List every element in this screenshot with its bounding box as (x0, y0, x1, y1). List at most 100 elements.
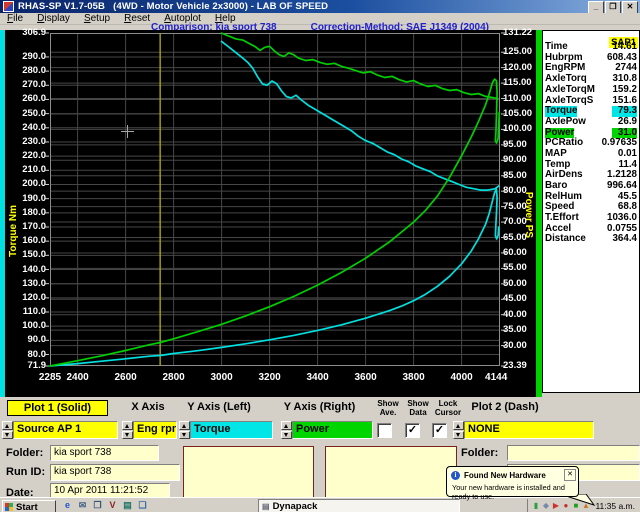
left-axis-tick: 140.0 (8, 265, 46, 275)
y-left-spinner[interactable] (179, 421, 190, 438)
folder-label: Folder: (6, 447, 43, 459)
right-axis-tick: 125.00 (503, 47, 537, 57)
data-row-axlepow: AxlePow 26.9 (543, 117, 639, 128)
x-axis-select[interactable]: Eng rpm (133, 421, 177, 439)
notes-icon[interactable]: ▤ (122, 500, 133, 511)
data-row-map: MAP0.01 (543, 149, 639, 160)
tray-display-icon[interactable]: ◆ (541, 501, 550, 510)
x-axis-tick: 2400 (56, 372, 100, 383)
taskbar-clock: 11:35 a.m. (591, 501, 638, 511)
app-icon[interactable] (3, 1, 14, 12)
left-axis-tick: 71.9 (8, 361, 46, 371)
right-axis-tick: 105.00 (503, 109, 537, 119)
show-desktop-icon[interactable]: ❐ (92, 500, 103, 511)
left-axis-tick: 306.9 (8, 28, 46, 38)
plot2-select[interactable]: NONE (464, 421, 594, 439)
x-axis-section-label: X Axis (118, 401, 178, 413)
menu-file[interactable]: File (0, 14, 30, 24)
data-value: 26.9 (618, 117, 637, 128)
left-axis-tick: 270.0 (8, 80, 46, 90)
x-axis-tick: 2800 (152, 372, 196, 383)
y-left-section-label: Y Axis (Left) (180, 401, 258, 413)
info-icon: i (451, 471, 460, 480)
left-axis-tick: 290.0 (8, 52, 46, 62)
right-axis-tick: 95.00 (503, 140, 537, 150)
show-data-checkbox[interactable]: ✓ (405, 423, 420, 438)
plot1-section-label: Plot 1 (Solid) (7, 400, 108, 416)
taskbar-button-dynapack[interactable]: ▤ Dynapack (258, 499, 460, 512)
right-axis-tick: 110.00 (503, 94, 537, 104)
data-label: AxlePow (545, 117, 586, 128)
show-ave-checkbox[interactable] (377, 423, 392, 438)
right-axis-tick: 75.00 (503, 202, 537, 212)
balloon-message: Your new hardware is installed and ready… (447, 481, 578, 501)
source-spinner[interactable] (2, 421, 13, 438)
right-axis-tick: 120.00 (503, 63, 537, 73)
mail-icon[interactable]: ✉ (77, 500, 88, 511)
plot2-spinner[interactable] (453, 421, 464, 438)
lock-cursor-checkbox[interactable]: ✓ (432, 423, 447, 438)
data-row-distance: Distance 364.4 (543, 234, 639, 245)
right-folder-label: Folder: (461, 447, 498, 459)
left-axis-tick: 80.0 (8, 350, 46, 360)
tray-hardware-icon[interactable]: ▮ (531, 501, 540, 510)
y-left-select[interactable]: Torque (190, 421, 273, 439)
torque-live-curve (50, 189, 499, 366)
windows-logo-icon (5, 503, 13, 511)
run-id-field[interactable]: kia sport 738 (50, 464, 180, 481)
data-label: Baro (545, 181, 567, 192)
left-axis-tick: 180.0 (8, 208, 46, 218)
notification-balloon: i Found New Hardware ✕ Your new hardware… (446, 466, 579, 497)
data-label: Distance (545, 234, 586, 245)
folder-icon[interactable]: ❏ (137, 500, 148, 511)
balloon-title: Found New Hardware (464, 471, 564, 480)
folder-field[interactable]: kia sport 738 (50, 445, 159, 461)
data-label: MAP (545, 149, 567, 160)
y-right-section-label: Y Axis (Right) (277, 401, 362, 413)
right-axis-tick: 35.00 (503, 325, 537, 335)
left-axis-tick: 90.0 (8, 335, 46, 345)
plot2-section-label: Plot 2 (Dash) (462, 401, 548, 413)
balloon-close-icon[interactable]: ✕ (564, 469, 576, 481)
right-axis-tick: 115.00 (503, 78, 537, 88)
menu-display[interactable]: Display (30, 14, 77, 24)
left-axis-tick: 120.0 (8, 293, 46, 303)
right-axis-tick: 100.00 (503, 124, 537, 134)
x-axis-tick: 3200 (248, 372, 292, 383)
right-axis-tick: 55.00 (503, 263, 537, 273)
y-right-select[interactable]: Power (292, 421, 373, 439)
left-axis-tick: 220.0 (8, 151, 46, 161)
internet-explorer-icon[interactable]: e (62, 500, 73, 511)
comment-box-1[interactable] (183, 446, 314, 499)
right-axis-tick: 80.00 (503, 186, 537, 196)
right-axis-tick: 40.00 (503, 310, 537, 320)
x-axis-tick: 3800 (392, 372, 436, 383)
left-axis-tick: 150.0 (8, 250, 46, 260)
right-axis-tick: 65.00 (503, 233, 537, 243)
x-axis-spinner[interactable] (122, 421, 133, 438)
right-axis-tick: 70.00 (503, 217, 537, 227)
quick-launch-bar: e ✉ ❐ V ▤ ❏ (62, 500, 148, 511)
start-button[interactable]: Start (2, 500, 56, 512)
left-axis-tick: 210.0 (8, 165, 46, 175)
y-right-spinner[interactable] (281, 421, 292, 438)
right-axis-tick: 50.00 (503, 279, 537, 289)
x-axis-tick: 3600 (344, 372, 388, 383)
data-label: AxleTorqM (545, 85, 595, 96)
torque-comparison-curve (222, 41, 499, 190)
run-id-label: Run ID: (6, 466, 45, 478)
application-window: RHAS-SP V1.7-05B (4WD - Motor Vehicle 2x… (0, 0, 640, 512)
x-axis-tick: 2600 (104, 372, 148, 383)
plot-area[interactable] (50, 33, 500, 366)
left-axis-tick: 190.0 (8, 194, 46, 204)
comment-box-2[interactable] (325, 446, 457, 499)
menu-setup[interactable]: Setup (77, 14, 117, 24)
x-axis-tick: 4144 (474, 372, 518, 383)
data-value: 159.2 (612, 85, 637, 96)
source-select[interactable]: Source AP 1 (13, 421, 118, 439)
media-player-icon[interactable]: V (107, 500, 118, 511)
right-folder-field[interactable] (507, 445, 640, 461)
left-axis-tick: 230.0 (8, 137, 46, 147)
data-value: 364.4 (612, 234, 637, 245)
data-value: 996.64 (607, 181, 637, 192)
